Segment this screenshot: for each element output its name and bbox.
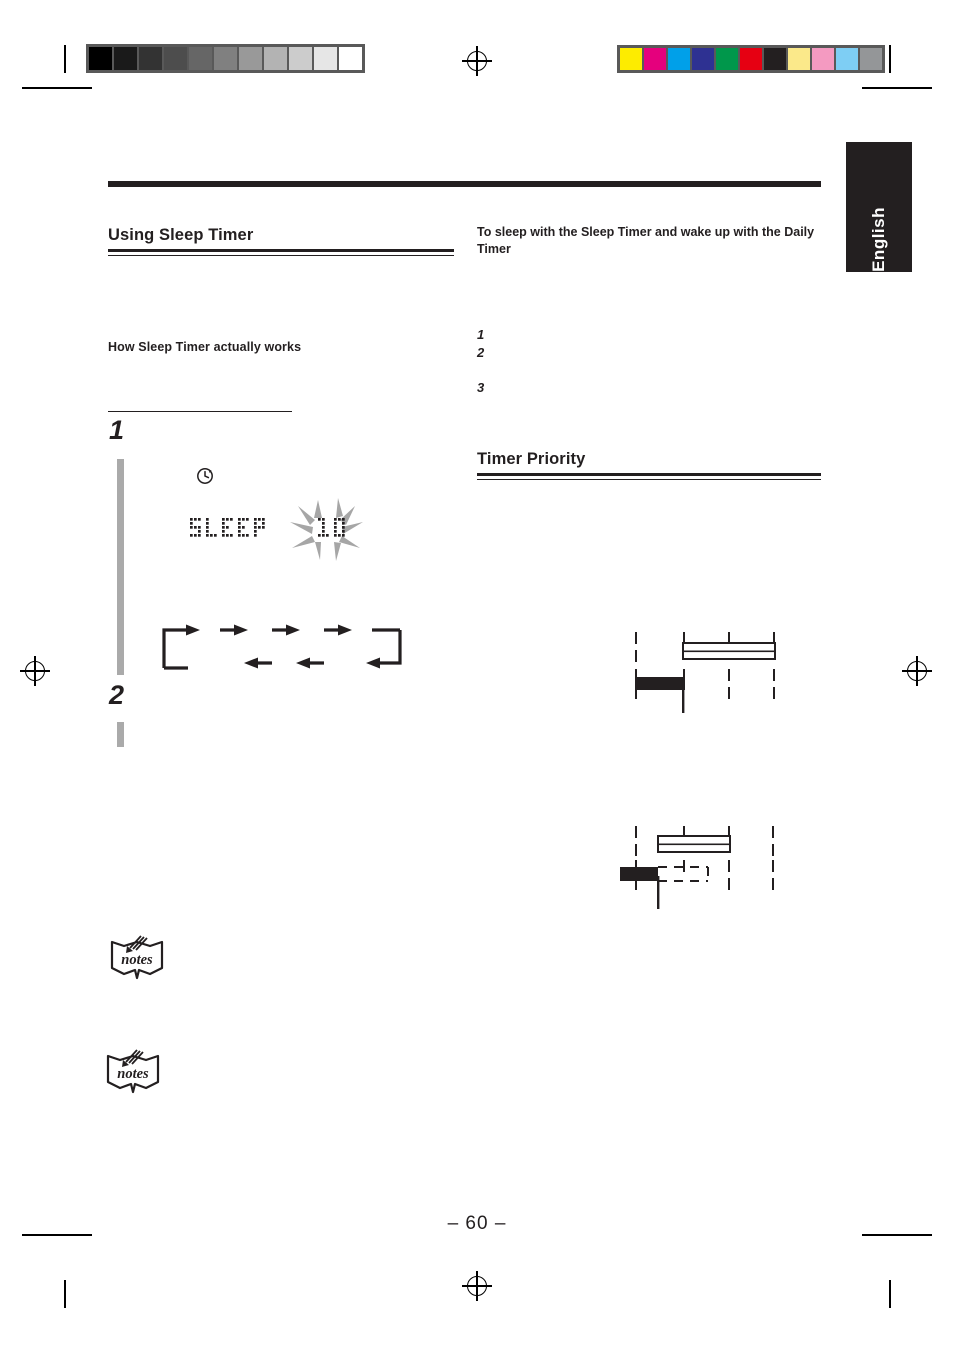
crop-mark-top-right-vertical (889, 45, 891, 73)
crop-mark-top-right-horizontal (862, 87, 932, 89)
crop-mark-top-left-vertical (64, 45, 66, 73)
color-swatch-4 (716, 48, 738, 70)
grayscale-swatch-8 (289, 47, 312, 70)
sleep-timer-span-bar (620, 867, 658, 881)
color-swatch-8 (812, 48, 834, 70)
section-title-rule-thick (108, 249, 454, 252)
step-bar-1 (117, 459, 124, 675)
section-title-using-sleep-timer: Using Sleep Timer (108, 226, 254, 244)
ordered-item-1: 1 (477, 327, 485, 342)
ordered-item-3: 3 (477, 380, 485, 395)
section-title-timer-priority: Timer Priority (477, 450, 586, 468)
color-swatch-3 (692, 48, 714, 70)
step-group-divider (108, 411, 292, 413)
grayscale-swatch-3 (164, 47, 187, 70)
timer-priority-diagram-2-svg (620, 826, 774, 909)
color-swatch-10 (860, 48, 882, 70)
subsection-title-how-sleep-timer-works: How Sleep Timer actually works (108, 340, 302, 354)
crop-mark-top-left-horizontal (22, 87, 92, 89)
grayscale-calibration-bar (86, 44, 365, 73)
registration-mark-bottom (462, 1271, 492, 1301)
section-title-rule-thin (108, 255, 454, 256)
registration-mark-right (902, 656, 932, 686)
timer-priority-rule-thin (477, 479, 821, 480)
lcd-display-graphic (170, 460, 370, 580)
daily-timer-bar-midline (658, 843, 730, 846)
ordered-item-2: 2 (477, 345, 485, 360)
grayscale-swatch-10 (339, 47, 362, 70)
clock-icon (197, 468, 213, 484)
timer-priority-diagram-1 (620, 625, 800, 715)
color-swatch-1 (644, 48, 666, 70)
language-tab-english: English (846, 142, 912, 272)
notes-book-icon-2-svg: notes (106, 1049, 160, 1094)
grayscale-swatch-6 (239, 47, 262, 70)
right-column-intro-heading: To sleep with the Sleep Timer and wake u… (477, 225, 815, 256)
timer-priority-diagram-1-svg (635, 632, 776, 713)
shutoff-marker-line (657, 876, 660, 909)
grayscale-swatch-0 (89, 47, 112, 70)
grayscale-swatch-1 (114, 47, 137, 70)
daily-timer-bar-midline (683, 650, 775, 653)
notes-icon-2: notes (104, 1046, 162, 1096)
page-top-rule (108, 181, 821, 187)
sleep-duration-cycle-svg (162, 624, 402, 670)
crop-mark-bottom-right-vertical (889, 1280, 891, 1308)
timer-priority-diagram-2 (615, 820, 795, 915)
registration-mark-top (462, 46, 492, 76)
color-swatch-6 (764, 48, 786, 70)
registration-mark-left (20, 656, 50, 686)
grayscale-swatch-9 (314, 47, 337, 70)
step-number-2: 2 (109, 680, 125, 710)
shutoff-marker-line (682, 683, 685, 713)
grayscale-swatch-7 (264, 47, 287, 70)
sleep-duration-cycle-diagram (152, 616, 412, 676)
color-swatch-0 (620, 48, 642, 70)
grayscale-swatch-4 (189, 47, 212, 70)
manual-page: English Using Sleep Timer How Sleep Time… (0, 0, 954, 1351)
grayscale-swatch-5 (214, 47, 237, 70)
grayscale-swatch-2 (139, 47, 162, 70)
lcd-text-sleep (190, 518, 265, 537)
color-calibration-bar (617, 45, 885, 73)
step-number-1: 1 (109, 415, 125, 445)
svg-text:notes: notes (121, 952, 153, 968)
step-bar-2 (117, 722, 124, 747)
lcd-value-10 (318, 518, 345, 537)
notes-icon-1: notes (108, 932, 166, 982)
notes-book-icon-1-svg: notes (110, 935, 164, 980)
crop-mark-bottom-left-vertical (64, 1280, 66, 1308)
timer-priority-rule-thick (477, 473, 821, 476)
language-tab-label: English (869, 207, 888, 272)
svg-text:notes: notes (117, 1066, 149, 1082)
color-swatch-2 (668, 48, 690, 70)
sleep-timer-span-bar (635, 677, 685, 690)
flashing-burst-icon (290, 498, 363, 561)
color-swatch-5 (740, 48, 762, 70)
lcd-display-svg (190, 468, 363, 561)
page-number: – 60 – (447, 1213, 507, 1234)
color-swatch-9 (836, 48, 858, 70)
color-swatch-7 (788, 48, 810, 70)
